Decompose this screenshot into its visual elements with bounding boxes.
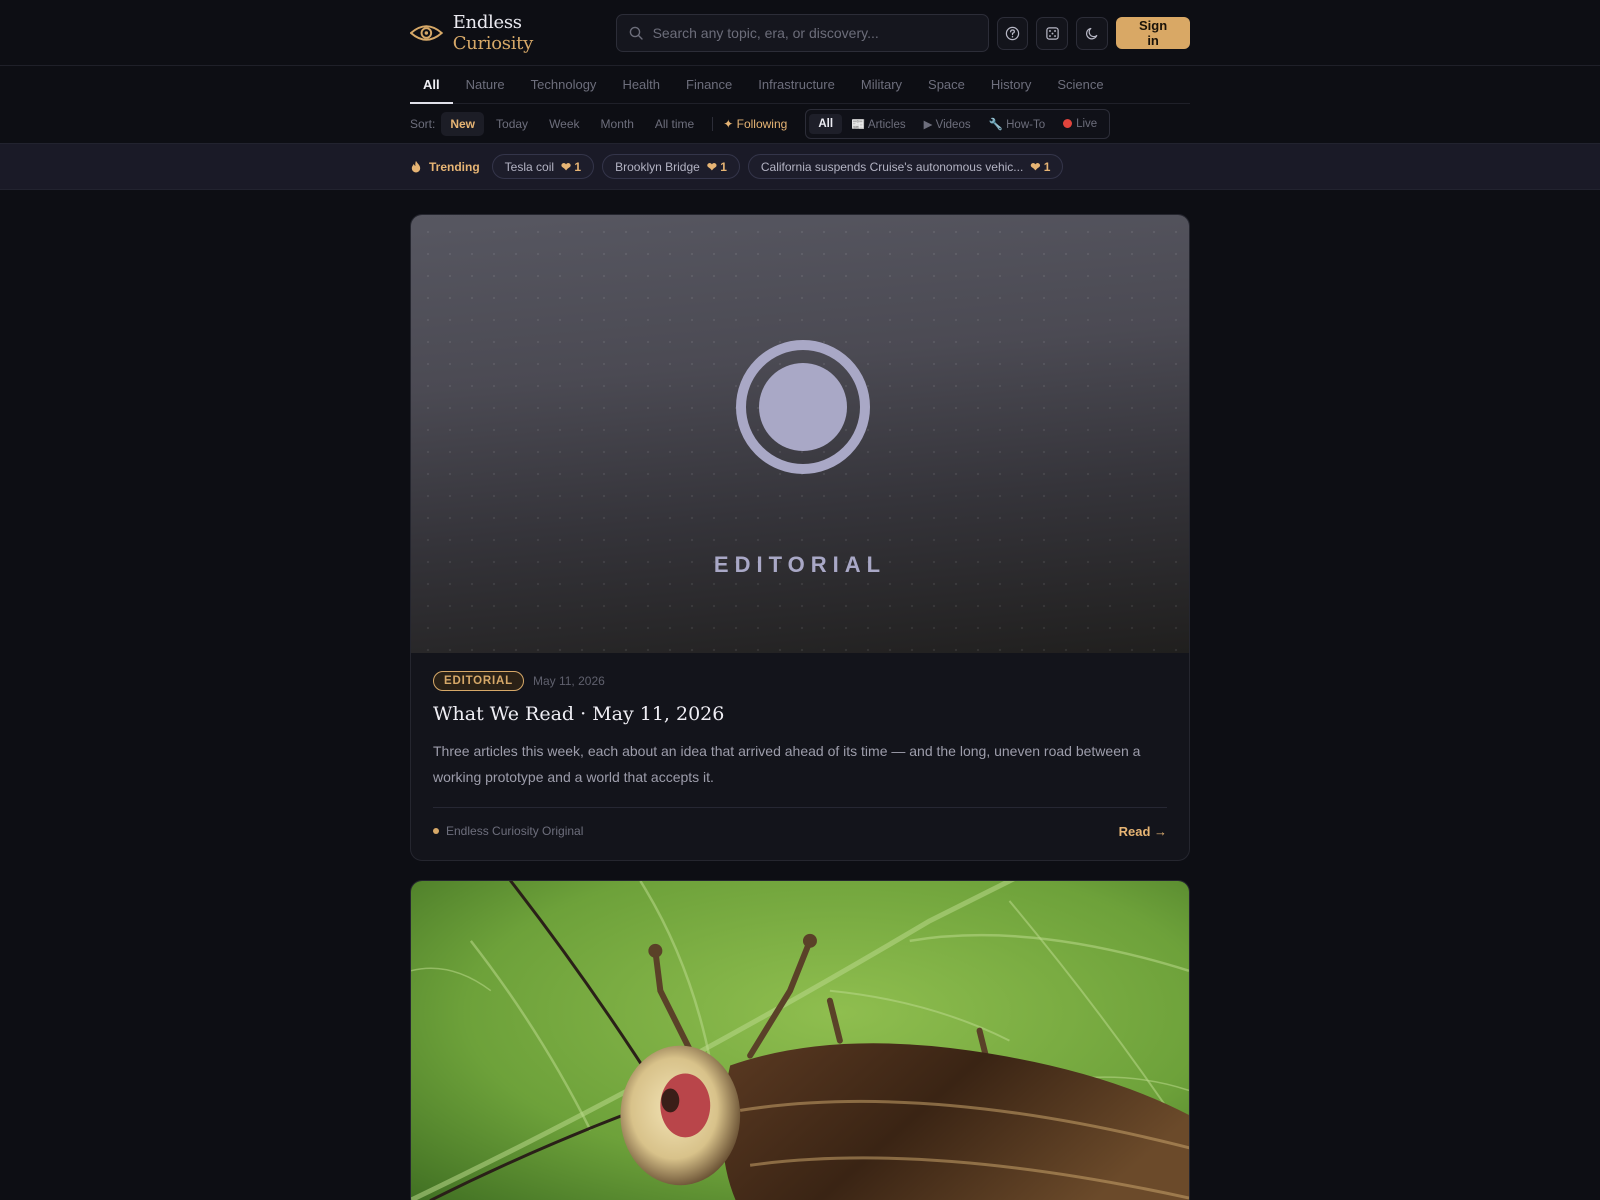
article-source: Endless Curiosity Original <box>446 824 584 838</box>
type-videos[interactable]: ▶ Videos <box>915 113 980 135</box>
like-count: ❤ 1 <box>561 159 582 174</box>
beetle-photo <box>411 881 1189 1200</box>
tab-space[interactable]: Space <box>915 66 978 103</box>
tab-military[interactable]: Military <box>848 66 915 103</box>
editorial-ring-icon <box>736 340 870 474</box>
tab-nature[interactable]: Nature <box>453 66 518 103</box>
sign-in-button[interactable]: Sign in <box>1116 17 1190 49</box>
flame-icon <box>411 160 421 173</box>
live-dot-icon <box>1063 119 1073 128</box>
sort-today[interactable]: Today <box>487 112 537 136</box>
divider <box>712 116 714 131</box>
sort-new[interactable]: New <box>441 111 485 136</box>
brand-logo[interactable]: Endless Curiosity <box>410 12 602 54</box>
like-count: ❤ 1 <box>706 159 727 174</box>
category-badge: EDITORIAL <box>433 671 524 691</box>
tab-science[interactable]: Science <box>1044 66 1116 103</box>
trending-bar: Trending Tesla coil ❤ 1 Brooklyn Bridge ❤ … <box>0 143 1600 190</box>
article-date: May 11, 2026 <box>532 674 605 688</box>
article-card-featured[interactable]: EDITORIAL EDITORIAL May 11, 2026 What We… <box>410 214 1190 861</box>
type-all[interactable]: All <box>809 113 843 134</box>
category-tabs: All Nature Technology Health Finance Inf… <box>410 66 1190 104</box>
article-card[interactable] <box>410 880 1190 1200</box>
top-header: Endless Curiosity Search any topic, era,… <box>0 0 1600 66</box>
source-dot-icon <box>433 828 439 834</box>
tab-infrastructure[interactable]: Infrastructure <box>745 66 848 103</box>
search-icon <box>629 26 643 40</box>
search-box <box>615 14 989 52</box>
moon-icon <box>1085 27 1098 39</box>
like-count: ❤ 1 <box>1030 159 1051 174</box>
tab-history[interactable]: History <box>978 66 1044 103</box>
sort-week[interactable]: Week <box>540 112 588 136</box>
trending-chip[interactable]: Tesla coil ❤ 1 <box>491 154 595 179</box>
card-hero-image: EDITORIAL <box>411 215 1189 653</box>
random-button[interactable] <box>1036 16 1069 50</box>
article-excerpt: Three articles this week, each about an … <box>433 738 1167 808</box>
sort-bar: Sort: New Today Week Month All time ✦ Fo… <box>410 104 1190 143</box>
tab-technology[interactable]: Technology <box>518 66 610 103</box>
sort-all-time[interactable]: All time <box>646 112 703 136</box>
brand-name: Endless Curiosity <box>452 12 534 54</box>
trending-chip[interactable]: Brooklyn Bridge ❤ 1 <box>602 154 740 179</box>
type-live[interactable]: Live <box>1054 114 1106 134</box>
trending-chip[interactable]: California suspends Cruise's autonomous … <box>747 154 1064 179</box>
tab-health[interactable]: Health <box>609 66 673 103</box>
help-button[interactable] <box>996 16 1029 50</box>
question-icon <box>1005 26 1020 40</box>
trending-label: Trending <box>410 160 480 174</box>
following-filter[interactable]: ✦ Following <box>719 112 791 136</box>
eye-logo-icon <box>410 25 443 41</box>
read-link[interactable]: Read → <box>1119 824 1167 839</box>
hero-label: EDITORIAL <box>713 552 887 577</box>
tab-finance[interactable]: Finance <box>673 66 745 103</box>
dice-icon <box>1046 26 1059 40</box>
sort-month[interactable]: Month <box>592 112 643 136</box>
content-type-filter: All 📰 Articles ▶ Videos 🔧 How-To Live <box>805 108 1111 139</box>
type-articles[interactable]: 📰 Articles <box>842 113 915 135</box>
search-input[interactable] <box>652 25 976 41</box>
sort-label: Sort: <box>410 116 436 131</box>
type-how-to[interactable]: 🔧 How-To <box>980 113 1055 135</box>
article-title[interactable]: What We Read · May 11, 2026 <box>433 703 1167 725</box>
tab-all[interactable]: All <box>410 66 453 104</box>
theme-toggle-button[interactable] <box>1076 16 1109 50</box>
